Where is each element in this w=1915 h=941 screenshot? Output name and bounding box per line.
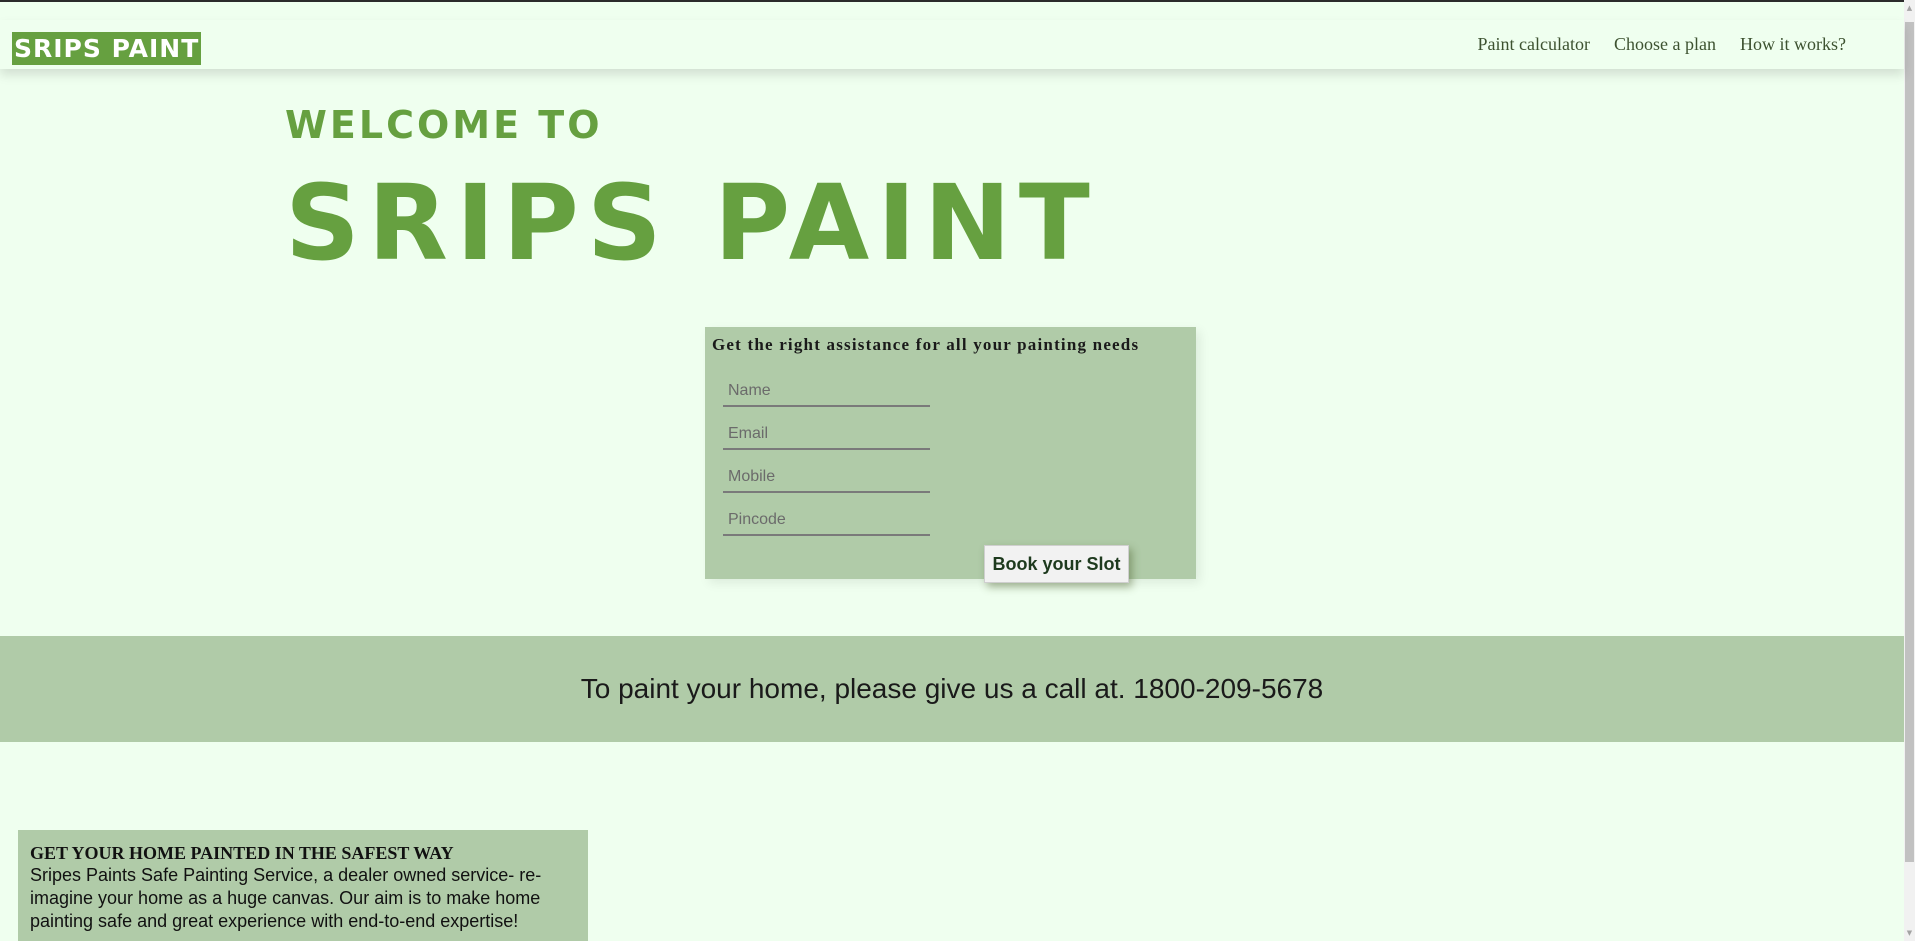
page-scrollbar[interactable]: ▲ ▼ [1904,0,1915,941]
scroll-down-arrow-icon[interactable]: ▼ [1905,928,1914,938]
scroll-thumb[interactable] [1905,22,1914,862]
brand-logo[interactable]: SRIPS PAINT [12,32,202,65]
name-field[interactable] [723,377,930,407]
navbar: SRIPS PAINT Paint calculator Choose a pl… [0,20,1904,69]
safe-painting-card: GET YOUR HOME PAINTED IN THE SAFEST WAY … [18,830,588,941]
pincode-field[interactable] [723,506,930,536]
scroll-up-arrow-icon[interactable]: ▲ [1905,3,1914,13]
browser-top-edge [0,0,1915,2]
nav-link-paint-calculator[interactable]: Paint calculator [1478,34,1590,55]
form-heading: Get the right assistance for all your pa… [712,335,1140,354]
book-slot-button[interactable]: Book your Slot [984,545,1129,583]
mobile-field[interactable] [723,463,930,493]
hero-title: SRIPS PAINT [285,162,1098,284]
nav-link-how-it-works[interactable]: How it works? [1740,34,1846,55]
nav-links: Paint calculator Choose a plan How it wo… [1478,34,1846,55]
welcome-heading: WELCOME TO [285,103,603,147]
nav-link-choose-plan[interactable]: Choose a plan [1614,34,1716,55]
safe-painting-title: GET YOUR HOME PAINTED IN THE SAFEST WAY [30,843,454,863]
email-field[interactable] [723,420,930,450]
call-banner: To paint your home, please give us a cal… [0,636,1904,742]
safe-painting-description: Sripes Paints Safe Painting Service, a d… [30,865,542,931]
booking-form: Get the right assistance for all your pa… [705,327,1196,583]
call-text: To paint your home, please give us a cal… [580,673,1324,704]
